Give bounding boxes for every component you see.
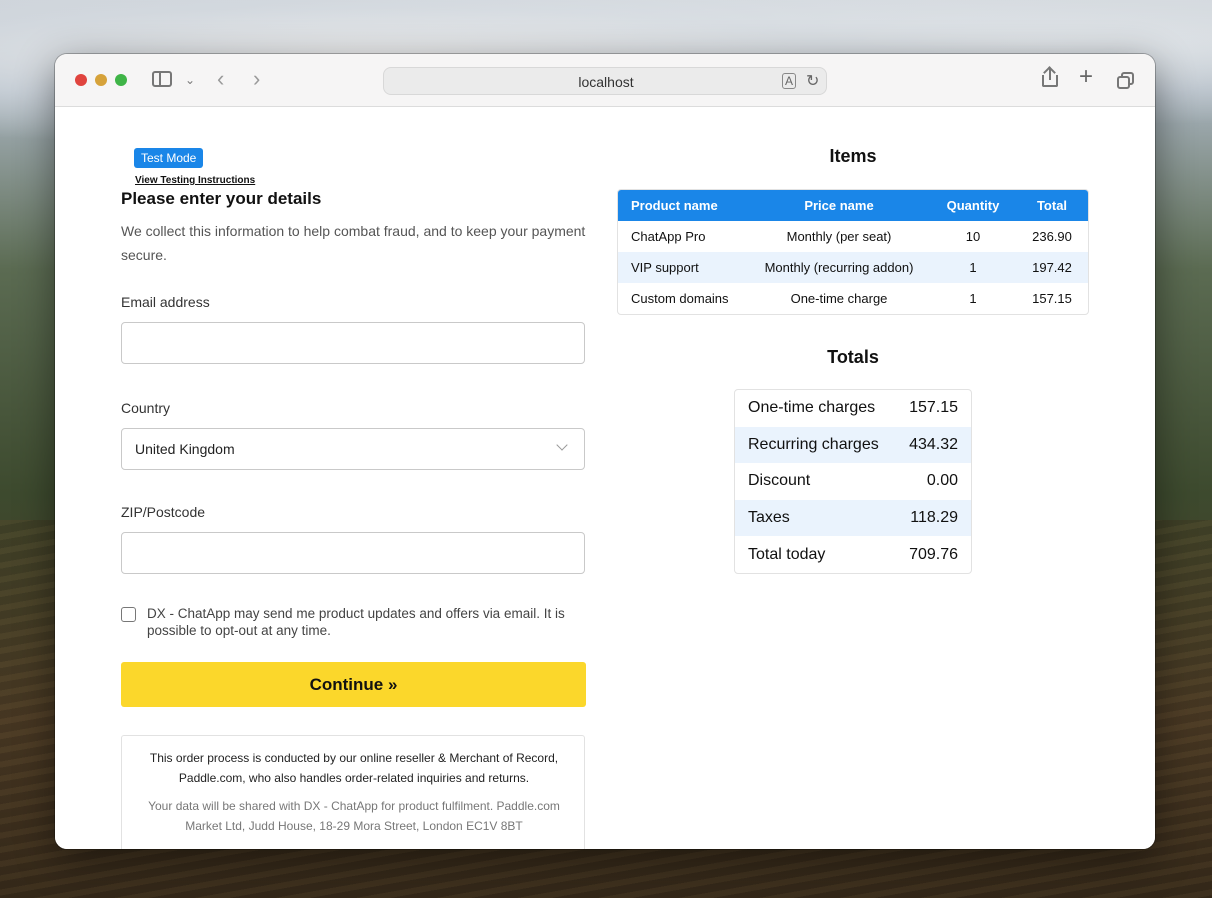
totals-label: Discount <box>748 472 811 490</box>
table-row: Discount 0.00 <box>735 463 971 500</box>
table-row: Taxes 118.29 <box>735 499 971 537</box>
line-total: 157.15 <box>1032 291 1072 306</box>
quantity: 1 <box>969 291 977 306</box>
table-row: One-time charges 157.15 <box>735 390 971 427</box>
totals-label: Total today <box>748 545 826 563</box>
back-arrow-icon[interactable]: ‹ <box>217 68 224 90</box>
page-content: Test Mode View Testing Instructions Plea… <box>55 107 1155 849</box>
minimize-window-button[interactable] <box>95 74 107 86</box>
email-label: Email address <box>121 294 210 310</box>
line-total: 236.90 <box>1032 229 1072 244</box>
line-total: 197.42 <box>1016 252 1088 283</box>
product-name: VIP support <box>618 252 748 283</box>
tab-overview-icon[interactable] <box>1117 72 1135 90</box>
merchant-info-box: This order process is conducted by our o… <box>121 735 585 849</box>
country-select[interactable]: United Kingdom <box>121 428 585 470</box>
totals-value: 434.32 <box>894 426 971 464</box>
data-sharing-notice: Your data will be shared with DX - ChatA… <box>148 799 560 833</box>
price-name: One-time charge <box>790 291 888 306</box>
details-heading: Please enter your details <box>121 189 322 208</box>
testing-instructions-link[interactable]: View Testing Instructions <box>135 175 255 186</box>
price-name: Monthly (per seat) <box>786 229 892 244</box>
table-row: ChatApp Pro Monthly (per seat) 10 236.90 <box>618 221 1088 252</box>
zip-label: ZIP/Postcode <box>121 504 206 520</box>
col-product-name: Product name <box>618 190 748 221</box>
reseller-notice: This order process is conducted by our o… <box>149 751 559 785</box>
marketing-consent-label[interactable]: DX - ChatApp may send me product updates… <box>147 605 587 639</box>
col-total: Total <box>1016 190 1088 221</box>
items-header-row: Product name Price name Quantity Total <box>618 190 1088 221</box>
browser-window: ⌄ ‹ › localhost A ↻ + Test Mode View Tes… <box>55 54 1155 849</box>
zip-input[interactable] <box>121 532 585 574</box>
address-bar[interactable]: localhost A ↻ <box>383 67 827 95</box>
quantity: 1 <box>930 252 1016 283</box>
product-name: ChatApp Pro <box>631 229 706 244</box>
totals-value: 709.76 <box>909 545 958 563</box>
col-quantity: Quantity <box>930 190 1016 221</box>
new-tab-plus-icon[interactable]: + <box>1079 65 1093 89</box>
reload-icon[interactable]: ↻ <box>806 71 819 91</box>
country-selected-value: United Kingdom <box>135 441 235 457</box>
browser-toolbar: ⌄ ‹ › localhost A ↻ + <box>55 54 1155 107</box>
chevron-down-icon <box>556 439 568 451</box>
table-row: Custom domains One-time charge 1 157.15 <box>618 283 1088 314</box>
price-name: Monthly (recurring addon) <box>748 252 930 283</box>
totals-label: One-time charges <box>748 399 876 417</box>
totals-table: One-time charges 157.15 Recurring charge… <box>734 389 972 574</box>
product-name: Custom domains <box>631 291 729 306</box>
totals-value: 118.29 <box>894 499 971 537</box>
url-text: localhost <box>578 74 634 90</box>
continue-button[interactable]: Continue » <box>121 662 586 707</box>
totals-value: 157.15 <box>909 399 958 417</box>
sidebar-toggle-icon[interactable] <box>152 71 172 87</box>
country-label: Country <box>121 400 171 416</box>
marketing-consent-checkbox[interactable] <box>121 607 136 622</box>
totals-heading: Totals <box>827 347 879 367</box>
test-mode-badge: Test Mode <box>134 148 204 168</box>
translate-icon[interactable]: A <box>782 73 797 89</box>
chevron-down-icon[interactable]: ⌄ <box>185 70 195 90</box>
zoom-window-button[interactable] <box>115 74 127 86</box>
table-row: Total today 709.76 <box>735 536 971 573</box>
forward-arrow-icon[interactable]: › <box>253 68 260 90</box>
col-price-name: Price name <box>748 190 930 221</box>
quantity: 10 <box>965 229 981 244</box>
email-input[interactable] <box>121 322 585 364</box>
details-description: We collect this information to help comb… <box>121 223 586 263</box>
table-row: Recurring charges 434.32 <box>735 426 971 464</box>
items-table: Product name Price name Quantity Total C… <box>617 189 1089 315</box>
close-window-button[interactable] <box>75 74 87 86</box>
totals-label: Recurring charges <box>735 426 895 464</box>
table-row: VIP support Monthly (recurring addon) 1 … <box>618 252 1088 283</box>
share-icon[interactable] <box>1042 68 1058 87</box>
totals-value: 0.00 <box>926 472 958 490</box>
items-heading: Items <box>829 146 877 166</box>
totals-label: Taxes <box>735 499 895 537</box>
